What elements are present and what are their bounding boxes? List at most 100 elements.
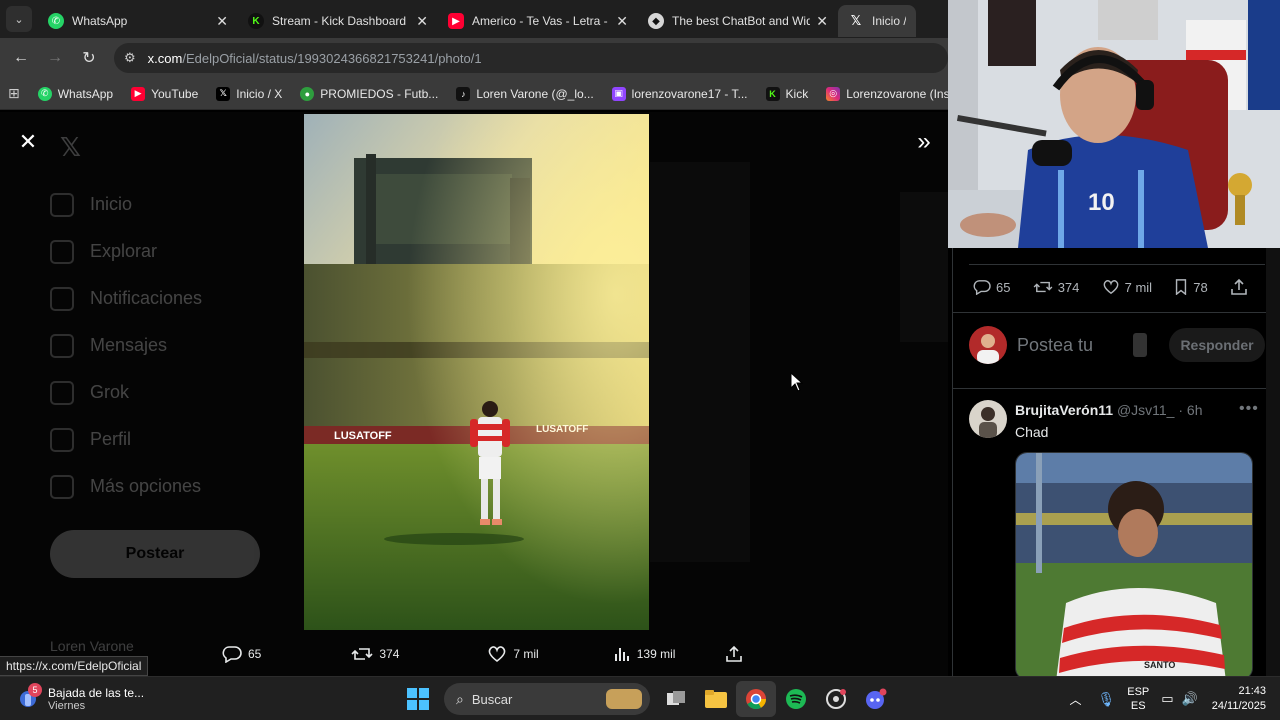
close-tab-icon[interactable]: ✕ [416, 13, 428, 30]
bookmark-item[interactable]: ● PROMIEDOS - Futb... [300, 86, 439, 101]
like-action[interactable]: 7 mil [487, 645, 539, 663]
avatar[interactable] [969, 326, 1007, 364]
discord-icon[interactable] [856, 681, 896, 717]
bookmark-label: Loren Varone (@_lo... [476, 86, 594, 101]
bookmark-item[interactable]: ▶ YouTube [131, 86, 199, 101]
nav-item[interactable]: Inicio [50, 181, 270, 228]
nav-item[interactable]: Perfil [50, 416, 270, 463]
browser-tab[interactable]: ✆ WhatsApp ✕ [38, 5, 238, 37]
bookmark-item[interactable]: 𝕏 Inicio / X [216, 86, 282, 101]
forward-icon[interactable]: → [38, 49, 72, 67]
views-count: 139 mil [636, 647, 676, 661]
tweet-media[interactable]: SANTO [1015, 452, 1253, 680]
post-button[interactable]: Postear [50, 530, 260, 578]
nav-item[interactable]: Notificaciones [50, 275, 270, 322]
reply-action[interactable]: 65 [222, 645, 261, 663]
nav-label: Perfil [90, 429, 132, 449]
instagram-icon: ◎ [826, 86, 841, 101]
divider [969, 264, 1265, 265]
share-icon [726, 645, 743, 662]
volume-icon[interactable]: 🔊 [1182, 691, 1198, 707]
nav-label: Grok [90, 382, 130, 402]
tab-title: Stream - Kick Dashboard [272, 14, 407, 28]
bookmark-label: Lorenzovarone (Inst... [846, 86, 963, 101]
tiktok-icon: ♪ [456, 86, 471, 101]
x-icon: 𝕏 [850, 13, 862, 28]
reply-stat[interactable]: 65 [973, 278, 1010, 296]
like-stat[interactable]: 7 mil [1102, 278, 1152, 296]
close-tab-icon[interactable]: ✕ [616, 13, 628, 30]
nav-label: Notificaciones [90, 288, 203, 308]
bookmark-stat[interactable]: 78 [1174, 278, 1208, 296]
author-name[interactable]: BrujitaVerón11 [1015, 402, 1113, 418]
nav-label: Más opciones [90, 476, 202, 496]
nav-item[interactable]: Mensajes [50, 322, 270, 369]
clock[interactable]: 21:43 24/11/2025 [1212, 684, 1266, 714]
kick-icon: K [765, 86, 780, 101]
reply-count: 65 [248, 647, 262, 661]
repost-action[interactable]: 374 [351, 645, 399, 663]
address-bar: ← → ↻ ⚙ x.com/EdelpOficial/status/199302… [0, 38, 948, 78]
tab-search-menu-icon[interactable]: ⌄ [6, 6, 32, 32]
bookmark-label: PROMIEDOS - Futb... [320, 86, 439, 101]
search-icon: ⌕ [456, 690, 464, 707]
browser-tab[interactable]: K Stream - Kick Dashboard ✕ [238, 5, 438, 37]
bookmark-item[interactable]: ◎ Lorenzovarone (Inst... [826, 86, 963, 101]
chrome-icon[interactable] [736, 681, 776, 717]
browser-tab[interactable]: ▶ Americo - Te Vas - Letra - Yo ✕ [438, 5, 638, 37]
views-action[interactable]: 139 mil [613, 645, 676, 663]
streamer-webcam-image: 10 [948, 0, 1280, 248]
url-field[interactable]: ⚙ x.com/EdelpOficial/status/199302436682… [114, 43, 948, 73]
tab-title: The best ChatBot and Widge [672, 14, 811, 28]
more-options-icon[interactable]: ••• [1239, 400, 1259, 418]
network-icon[interactable]: ▭ [1161, 691, 1173, 707]
file-explorer-icon[interactable] [696, 681, 736, 717]
tweet-photo[interactable]: LUSATOFF LUSATOFF [304, 114, 649, 630]
close-tab-icon[interactable]: ✕ [216, 13, 228, 30]
site-info-icon[interactable]: ⚙ [124, 50, 136, 66]
bookmark-label: YouTube [151, 86, 199, 101]
steam-like-app-icon[interactable] [816, 681, 856, 717]
reload-icon[interactable]: ↻ [72, 48, 106, 68]
bookmark-item[interactable]: ✆ WhatsApp [37, 86, 113, 101]
nav-item[interactable]: Grok [50, 369, 270, 416]
expand-panel-icon[interactable]: » [910, 128, 938, 156]
bookmark-item[interactable]: ♪ Loren Varone (@_lo... [456, 86, 594, 101]
microphone-icon[interactable]: 🎙 [1097, 691, 1115, 708]
time: 21:43 [1238, 685, 1266, 697]
avatar[interactable] [969, 400, 1007, 438]
back-icon[interactable]: ← [4, 49, 38, 67]
bookmark-item[interactable]: ▣ lorenzovarone17 - T... [611, 86, 748, 101]
taskbar-search[interactable]: ⌕ Buscar [444, 683, 650, 715]
chevron-up-icon[interactable]: ︿ [1069, 691, 1081, 708]
nav-item[interactable]: Explorar [50, 228, 270, 275]
grok-icon [50, 380, 74, 405]
scrollbar[interactable] [1266, 248, 1280, 676]
tweet-time[interactable]: · 6h [1178, 402, 1202, 418]
spotify-icon[interactable] [776, 681, 816, 717]
windows-start-icon[interactable] [398, 681, 438, 717]
apps-grid-icon[interactable]: ⊞ [8, 85, 20, 102]
share-action[interactable] [725, 645, 749, 663]
share-stat[interactable] [1230, 278, 1253, 296]
reply-input[interactable]: Postea tu [1017, 335, 1133, 356]
close-tab-icon[interactable]: ✕ [816, 13, 828, 30]
author-handle[interactable]: @Jsv11_ [1117, 402, 1175, 418]
repost-icon [351, 648, 373, 660]
more-icon [50, 474, 74, 499]
language-indicator[interactable]: ESP ES [1127, 685, 1149, 713]
reply-button[interactable]: Responder [1169, 328, 1265, 362]
repost-stat[interactable]: 374 [1033, 278, 1079, 296]
browser-tab-active[interactable]: 𝕏 Inicio / X [838, 5, 916, 37]
nav-item[interactable]: Más opciones [50, 463, 270, 510]
close-photo-icon[interactable]: ✕ [14, 128, 42, 156]
bookmark-item[interactable]: K Kick [765, 86, 808, 101]
reply-tweet[interactable]: BrujitaVerón11 @Jsv11_ · 6h ••• Chad SAN… [969, 400, 1265, 680]
browser-tab[interactable]: ◆ The best ChatBot and Widge ✕ [638, 5, 838, 37]
task-view-icon[interactable] [656, 681, 696, 717]
media-toggle-icon[interactable] [1133, 333, 1147, 357]
profile-icon [50, 427, 74, 452]
chatbot-icon: ◆ [648, 13, 664, 29]
svg-text:10: 10 [1088, 189, 1115, 216]
news-widget[interactable]: 5 Bajada de las te... Viernes [16, 681, 216, 717]
